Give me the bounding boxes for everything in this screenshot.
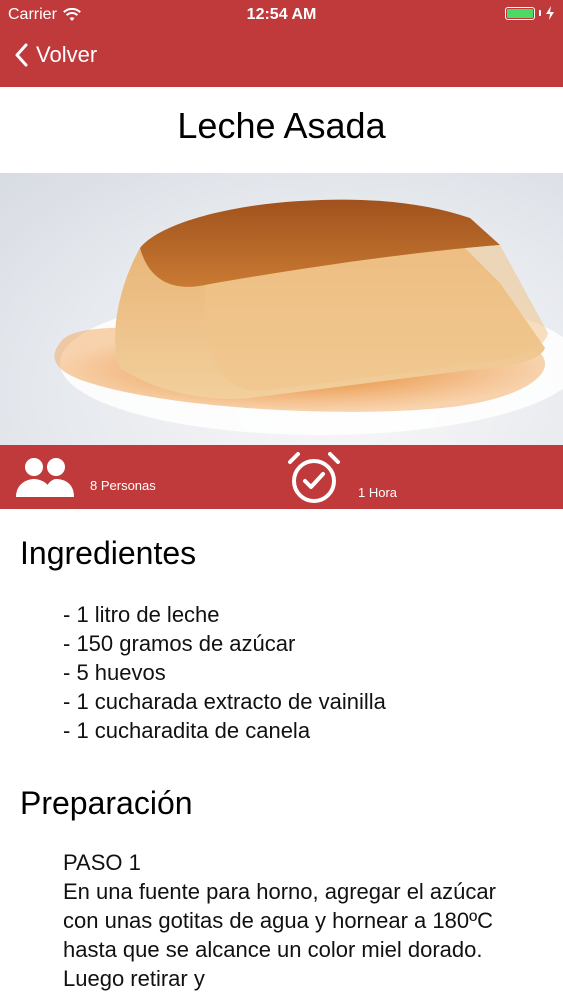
ingredients-heading: Ingredientes bbox=[20, 535, 197, 571]
flan-illustration bbox=[54, 199, 563, 435]
status-bar: Carrier 12:54 AM bbox=[0, 0, 563, 30]
battery-indicator bbox=[505, 6, 555, 20]
duration-info: 1 Hora bbox=[286, 450, 397, 506]
recipe-meta-bar: 8 Personas 1 Hora bbox=[0, 445, 563, 509]
ingredient-item: - 1 cucharadita de canela bbox=[63, 718, 311, 743]
servings-info: 8 Personas bbox=[14, 455, 156, 499]
step-label: PASO 1 bbox=[63, 850, 141, 875]
alarm-clock-icon bbox=[288, 452, 340, 503]
ingredient-item: - 5 huevos bbox=[63, 660, 166, 685]
duration-label: 1 Hora bbox=[358, 485, 398, 500]
back-button[interactable]: Volver bbox=[14, 42, 97, 68]
charging-icon bbox=[546, 6, 554, 20]
recipe-image bbox=[0, 173, 563, 445]
chevron-left-icon bbox=[15, 43, 28, 67]
preparation-step: PASO 1 En una fuente para horno, agregar… bbox=[63, 848, 533, 993]
recipe-title: Leche Asada bbox=[177, 105, 386, 146]
ingredient-item: - 150 gramos de azúcar bbox=[63, 631, 296, 656]
ingredients-list: - 1 litro de leche - 150 gramos de azúca… bbox=[63, 600, 386, 745]
battery-icon bbox=[505, 6, 535, 20]
servings-label: 8 Personas bbox=[90, 478, 156, 493]
ingredient-item: - 1 litro de leche bbox=[63, 602, 220, 627]
back-button-label: Volver bbox=[36, 42, 98, 67]
status-time: 12:54 AM bbox=[246, 6, 317, 23]
step-text: En una fuente para horno, agregar el azú… bbox=[63, 879, 496, 991]
navigation-bar: Volver bbox=[0, 30, 563, 87]
people-icon bbox=[16, 458, 74, 497]
ingredient-item: - 1 cucharada extracto de vainilla bbox=[63, 689, 386, 714]
preparation-heading: Preparación bbox=[20, 785, 193, 821]
